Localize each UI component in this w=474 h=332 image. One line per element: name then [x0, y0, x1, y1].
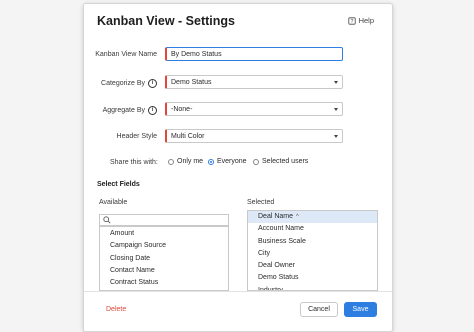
- chevron-down-icon: [334, 108, 338, 111]
- dialog-footer: Delete Cancel Save: [84, 291, 392, 331]
- share-label: Share this with:: [110, 159, 158, 166]
- categorize-by-select[interactable]: Demo Status: [165, 75, 343, 89]
- share-row: Share this with: Only me Everyone Select…: [84, 158, 392, 170]
- help-book-icon: ?: [347, 16, 356, 25]
- header-style-select[interactable]: Multi Color: [165, 129, 343, 143]
- selected-field-label: Deal Owner: [258, 262, 295, 270]
- dialog-title: Kanban View - Settings: [97, 14, 235, 28]
- search-icon: [103, 216, 111, 224]
- categorize-by-row: Categorize By i Demo Status: [84, 75, 392, 91]
- selected-field-label: Business Scale: [258, 237, 306, 245]
- available-fields-list[interactable]: Amount Campaign Source Closing Date Contact…: [99, 226, 229, 291]
- selected-field-label: Account Name: [258, 225, 304, 233]
- selected-field-item[interactable]: Account Name: [248, 223, 377, 235]
- selected-field-item[interactable]: Deal Owner: [248, 260, 377, 272]
- help-link[interactable]: ? Help: [347, 16, 374, 25]
- select-fields-heading: Select Fields: [97, 181, 140, 188]
- chevron-down-icon: [334, 81, 338, 84]
- sort-marker: ^: [296, 214, 299, 220]
- info-icon[interactable]: i: [148, 79, 157, 88]
- selected-heading: Selected: [247, 199, 275, 206]
- header-style-row: Header Style Multi Color: [84, 129, 392, 145]
- kanban-settings-dialog: Kanban View - Settings ? Help Kanban Vie…: [83, 3, 393, 332]
- selected-field-label: Demo Status: [258, 274, 299, 282]
- save-button[interactable]: Save: [344, 302, 377, 317]
- selected-field-label: City: [258, 249, 271, 257]
- header-style-label: Header Style: [116, 133, 157, 140]
- available-field-item[interactable]: Contact Name: [100, 265, 228, 277]
- available-field-item[interactable]: Contract Status: [100, 277, 228, 289]
- view-name-label: Kanban View Name: [95, 51, 157, 58]
- aggregate-by-label: Aggregate By i: [103, 106, 157, 115]
- available-field-item[interactable]: Closing Date: [100, 253, 228, 265]
- view-name-row: Kanban View Name By Demo Status: [84, 47, 392, 63]
- view-name-input[interactable]: By Demo Status: [165, 47, 343, 61]
- radio-selected-users[interactable]: Selected users: [253, 158, 308, 165]
- available-field-item[interactable]: Campaign Source: [100, 240, 228, 252]
- chevron-down-icon: [334, 135, 338, 138]
- radio-everyone[interactable]: Everyone: [208, 158, 247, 165]
- svg-text:?: ?: [350, 19, 353, 25]
- aggregate-by-row: Aggregate By i -None-: [84, 102, 392, 118]
- info-icon[interactable]: i: [148, 106, 157, 115]
- delete-button[interactable]: Delete: [106, 306, 126, 313]
- help-label: Help: [358, 16, 374, 25]
- available-heading: Available: [99, 199, 128, 206]
- available-field-item[interactable]: Amount: [100, 228, 228, 240]
- selected-field-item[interactable]: Business Scale: [248, 236, 377, 248]
- selected-field-item[interactable]: Deal Name ^: [248, 211, 377, 224]
- selected-field-item[interactable]: Demo Status: [248, 272, 377, 284]
- radio-button[interactable]: [168, 158, 174, 165]
- radio-button-selected[interactable]: [208, 158, 214, 165]
- selected-field-label: Deal Name: [258, 213, 294, 220]
- cancel-button[interactable]: Cancel: [300, 302, 338, 317]
- radio-only-me[interactable]: Only me: [168, 158, 203, 165]
- selected-fields-list[interactable]: Deal Name ^ Account Name Business Scale City…: [247, 210, 378, 291]
- available-search-input[interactable]: [99, 214, 229, 226]
- radio-button[interactable]: [253, 158, 259, 165]
- categorize-by-label: Categorize By i: [101, 79, 157, 88]
- aggregate-by-select[interactable]: -None-: [165, 102, 343, 116]
- selected-field-item[interactable]: City: [248, 248, 377, 260]
